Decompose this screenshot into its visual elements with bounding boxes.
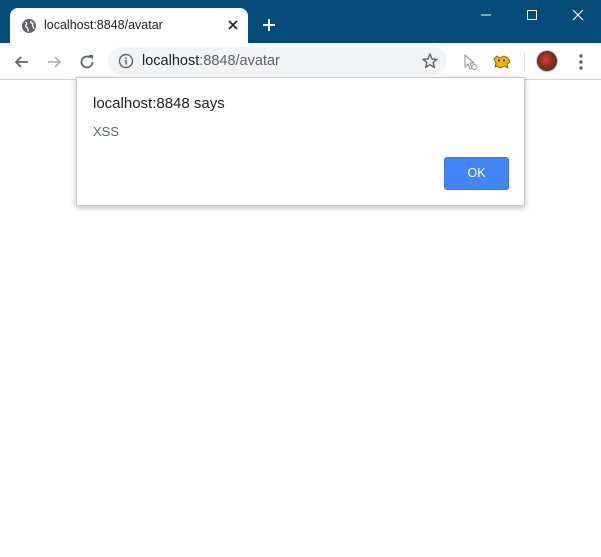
minimize-button[interactable] xyxy=(463,0,509,30)
alert-dialog: localhost:8848 says XSS OK xyxy=(76,77,525,206)
maximize-icon xyxy=(527,10,537,20)
maximize-button[interactable] xyxy=(509,0,555,30)
globe-icon xyxy=(22,19,36,33)
browser-toolbar: localhost:8848/avatar xyxy=(0,43,601,80)
info-icon[interactable] xyxy=(118,53,134,69)
extension-tamper-icon[interactable] xyxy=(492,53,512,71)
toolbar-separator xyxy=(524,53,525,71)
tab-close-icon[interactable] xyxy=(225,17,241,33)
forward-arrow-icon[interactable] xyxy=(44,52,64,72)
url-text: localhost:8848/avatar xyxy=(142,53,280,69)
close-icon xyxy=(572,9,584,21)
dialog-title: localhost:8848 says xyxy=(93,95,225,112)
new-tab-icon[interactable] xyxy=(261,17,277,33)
close-window-button[interactable] xyxy=(555,0,601,30)
minimize-icon xyxy=(481,14,491,16)
address-bar[interactable]: localhost:8848/avatar xyxy=(108,47,447,75)
extension-cursor-icon[interactable] xyxy=(461,53,479,71)
browser-window: localhost:8848/avatar localhost:8848/ava… xyxy=(0,0,601,557)
tab-strip: localhost:8848/avatar xyxy=(0,0,601,43)
browser-tab[interactable]: localhost:8848/avatar xyxy=(10,8,248,43)
url-host: localhost xyxy=(142,53,200,69)
url-path: :8848/avatar xyxy=(199,53,280,69)
tab-title: localhost:8848/avatar xyxy=(44,18,163,32)
dialog-message: XSS xyxy=(93,124,120,139)
star-icon[interactable] xyxy=(421,52,439,70)
kebab-menu-icon[interactable] xyxy=(573,53,589,71)
reload-icon[interactable] xyxy=(77,52,97,72)
ok-button[interactable]: OK xyxy=(444,157,509,190)
avatar[interactable] xyxy=(536,50,558,72)
back-arrow-icon[interactable] xyxy=(12,52,32,72)
